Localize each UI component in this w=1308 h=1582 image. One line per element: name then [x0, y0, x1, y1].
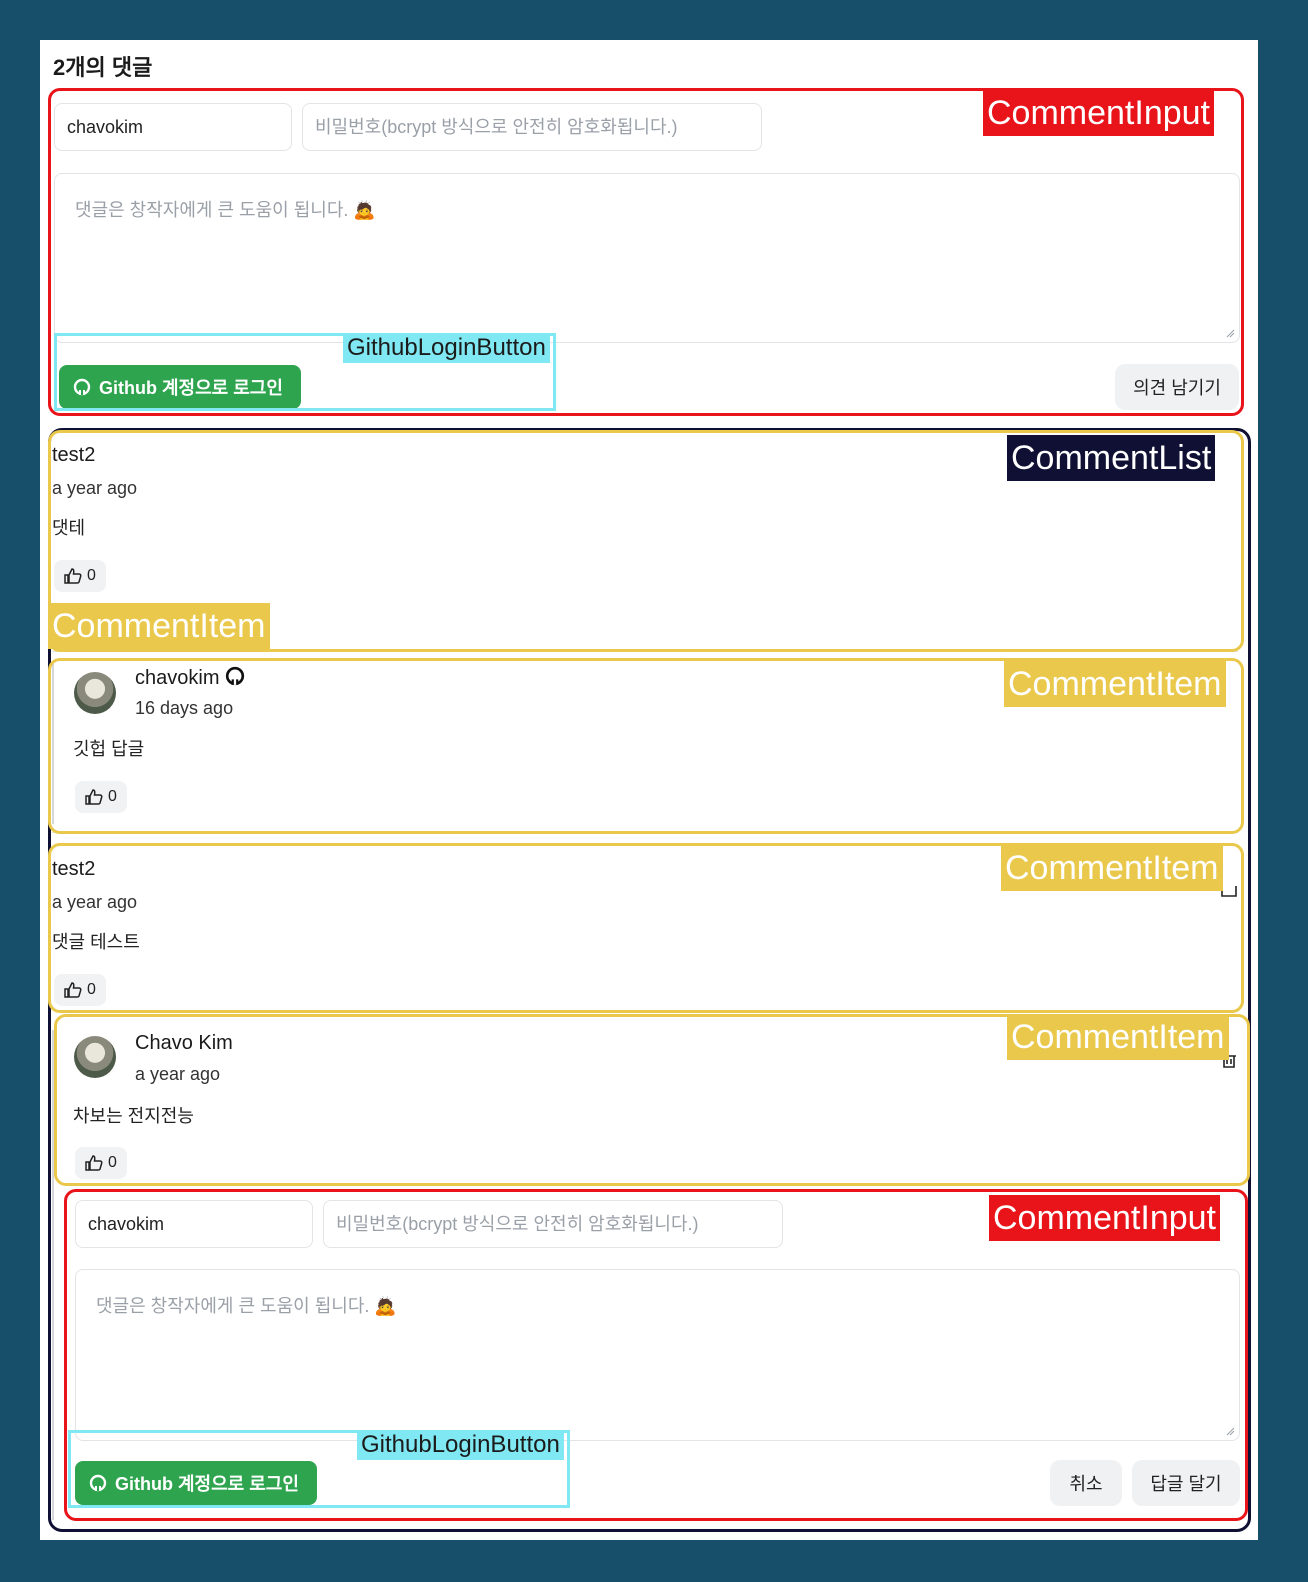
annotation-label-comment-input: CommentInput: [983, 90, 1214, 136]
annotation-label-comment-item: CommentItem: [48, 603, 270, 649]
annotation-label-comment-item: CommentItem: [1007, 1014, 1229, 1060]
annotation-label-github-login: GithubLoginButton: [357, 1430, 564, 1460]
annotation-label-comment-item: CommentItem: [1004, 661, 1226, 707]
annotation-label-reply-input: CommentInput: [989, 1195, 1220, 1241]
annotation-label-github-login: GithubLoginButton: [343, 333, 550, 363]
comments-title: 2개의 댓글: [53, 55, 153, 80]
annotation-label-comment-item: CommentItem: [1001, 845, 1223, 891]
